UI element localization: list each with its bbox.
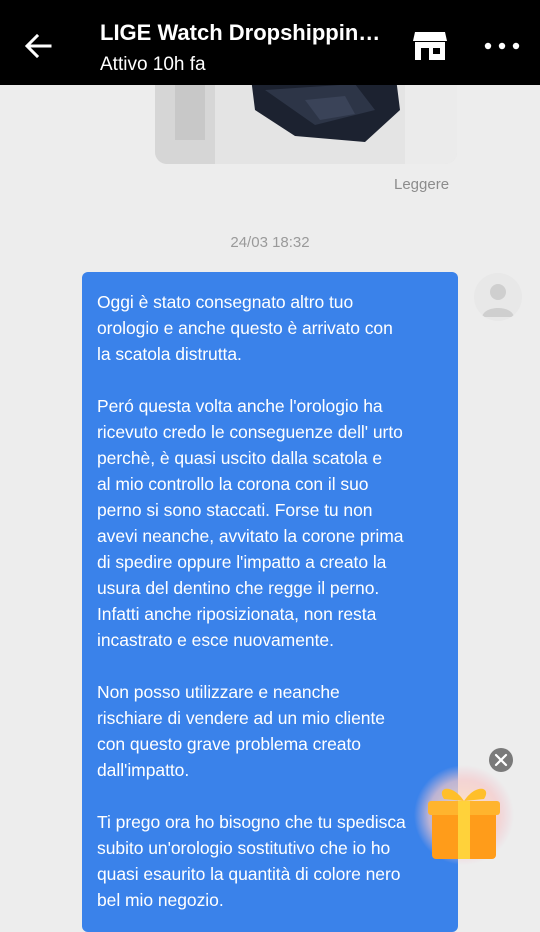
avatar[interactable]	[474, 273, 522, 321]
chat-title: LIGE Watch Dropshippin…	[100, 20, 381, 45]
back-button[interactable]	[20, 28, 56, 64]
message-paragraph: Non posso utilizzare e neanche rischiare…	[97, 682, 385, 780]
gift-promo-button[interactable]	[412, 765, 514, 867]
message-paragraph: Oggi è stato consegnato altro tuo orolog…	[97, 292, 393, 364]
person-icon	[482, 284, 514, 317]
read-status: Leggere	[394, 176, 450, 193]
message-paragraph: Peró questa volta anche l'orologio ha ri…	[97, 396, 404, 650]
message-bubble[interactable]: Oggi è stato consegnato altro tuo orolog…	[82, 272, 458, 932]
store-icon	[413, 32, 447, 60]
store-button[interactable]	[410, 26, 450, 66]
message-paragraph: Ti prego ora ho bisogno che tu spedisca …	[97, 812, 406, 910]
active-status: Attivo 10h fa	[100, 54, 206, 75]
arrow-left-icon	[24, 33, 52, 59]
chat-header: LIGE Watch Dropshippin… Attivo 10h fa	[0, 0, 540, 85]
more-options-button[interactable]	[482, 28, 522, 64]
gift-icon	[414, 765, 514, 865]
message-timestamp: 24/03 18:32	[230, 234, 310, 251]
more-dots-icon	[484, 42, 520, 50]
